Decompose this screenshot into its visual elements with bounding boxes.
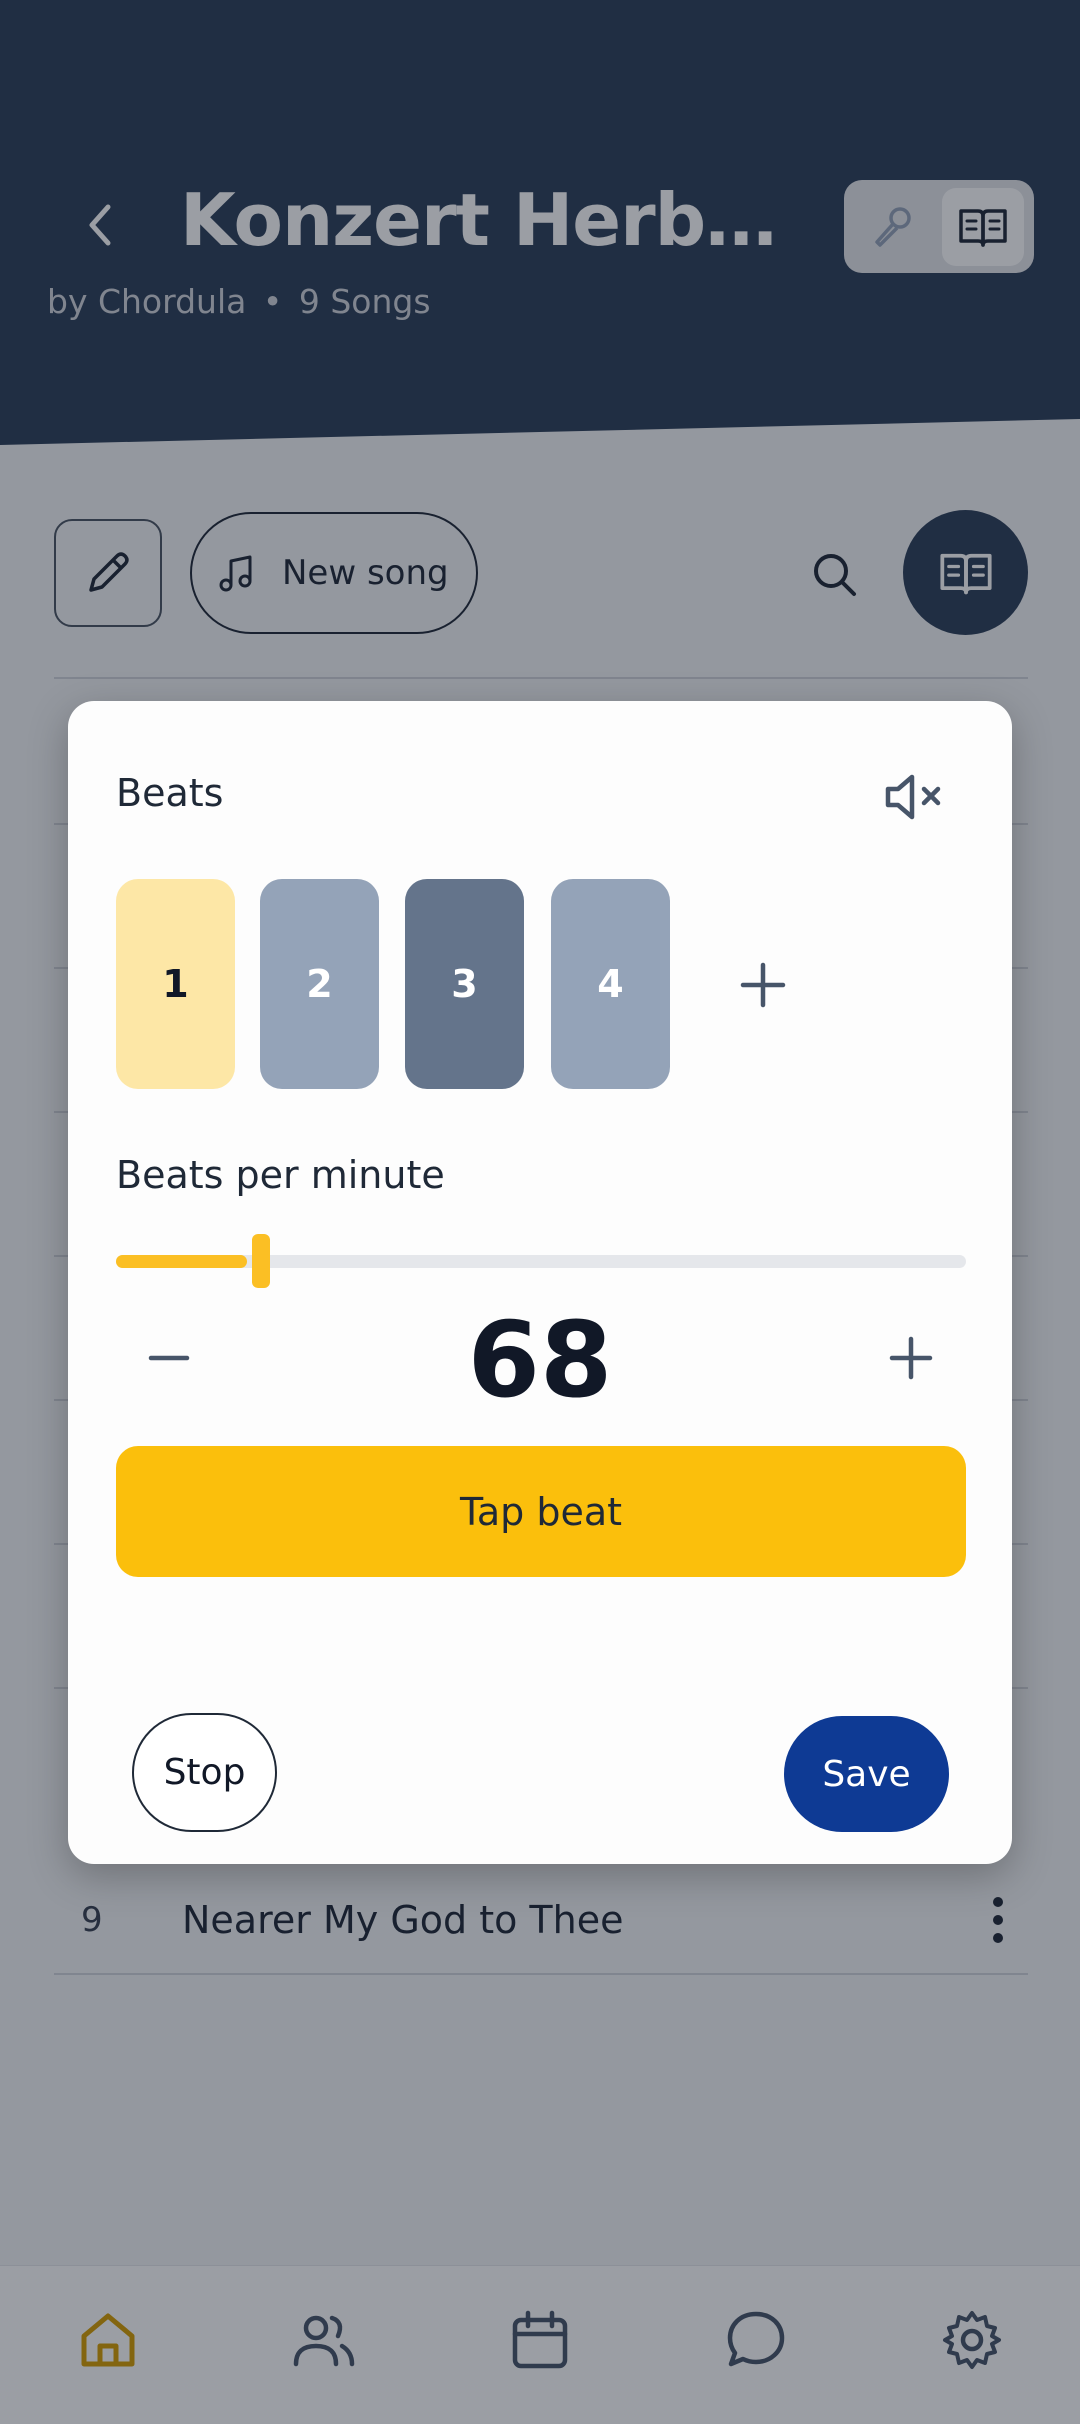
- mute-toggle-button[interactable]: [874, 761, 954, 833]
- bpm-decrease-button[interactable]: [134, 1323, 204, 1393]
- beat-pad-1[interactable]: 1: [116, 879, 235, 1089]
- bpm-label: Beats per minute: [116, 1153, 445, 1197]
- plus-icon: [889, 1336, 933, 1380]
- bpm-slider-thumb[interactable]: [252, 1234, 270, 1288]
- beat-pad-2[interactable]: 2: [260, 879, 379, 1089]
- beat-pad-3[interactable]: 3: [405, 879, 524, 1089]
- plus-icon: [740, 962, 786, 1008]
- add-beat-button[interactable]: [725, 947, 801, 1023]
- speaker-muted-icon: [885, 774, 941, 820]
- metronome-dialog: Beats 1 2 3 4 Beats per minute 68 Tap be…: [68, 701, 1012, 1864]
- dialog-title: Beats: [116, 771, 224, 815]
- minus-icon: [148, 1355, 190, 1361]
- bpm-slider[interactable]: [116, 1231, 966, 1291]
- stop-button[interactable]: Stop: [132, 1713, 277, 1832]
- bpm-slider-fill: [116, 1255, 247, 1268]
- save-button[interactable]: Save: [784, 1716, 949, 1832]
- bpm-value: 68: [467, 1299, 613, 1421]
- tap-beat-button[interactable]: Tap beat: [116, 1446, 966, 1577]
- bpm-increase-button[interactable]: [876, 1323, 946, 1393]
- beat-pad-4[interactable]: 4: [551, 879, 670, 1089]
